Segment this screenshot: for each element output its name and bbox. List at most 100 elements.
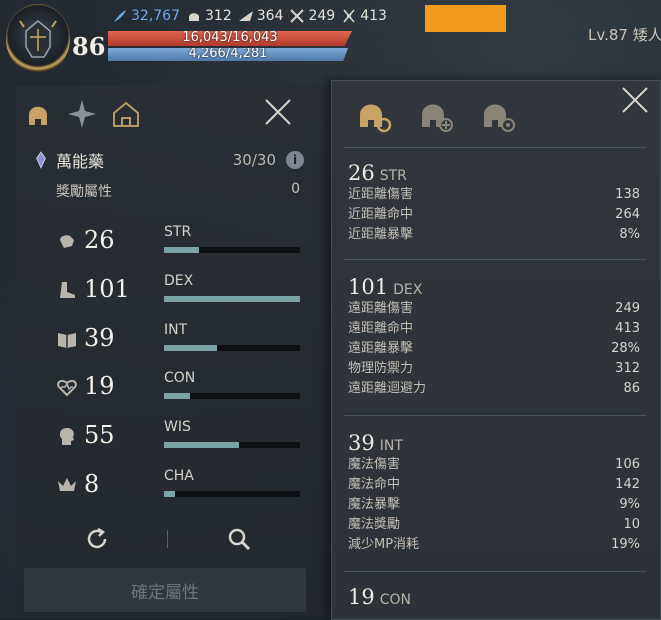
stat-row: 近距離暴擊 8% — [348, 225, 644, 245]
section-name: INT — [379, 438, 403, 454]
stat-swords: 249 — [289, 8, 335, 24]
attribute-fill — [164, 296, 300, 302]
tab-attribute-details[interactable] — [352, 93, 398, 135]
stat-row: 減少MP消耗 19% — [348, 535, 644, 555]
player-level: 86 — [72, 32, 106, 61]
tab-attribute-bonus[interactable] — [414, 93, 460, 135]
stat-value: 312 — [205, 8, 232, 24]
redacted-box — [425, 5, 506, 32]
crown-icon — [58, 478, 76, 491]
attribute-row-dex[interactable]: 101 DEX — [56, 273, 306, 305]
player-avatar[interactable] — [6, 4, 70, 74]
heart-icon — [57, 379, 77, 397]
stat-summary: 32,767 312 364 249 413 — [112, 6, 387, 26]
search-button[interactable] — [226, 526, 252, 552]
tab-attribute-effects[interactable] — [476, 93, 522, 135]
elixir-count: 30/30 — [232, 151, 276, 169]
attribute-value: 101 — [84, 275, 130, 303]
stat-value: 9% — [619, 497, 640, 512]
divider — [344, 259, 646, 260]
attribute-row-str[interactable]: 26 STR — [56, 224, 306, 256]
stat-value: 8% — [619, 227, 640, 242]
divider — [344, 147, 646, 148]
stat-label: 遠距離迴避力 — [348, 381, 427, 396]
stat-feather: 32,767 — [112, 8, 180, 24]
section-value: 101 — [348, 275, 389, 299]
attribute-name: STR — [164, 224, 192, 240]
stat-label: 物理防禦力 — [348, 361, 414, 376]
bonus-label: 獎勵屬性 — [56, 184, 112, 200]
reset-button[interactable] — [84, 526, 110, 552]
attribute-bar — [164, 296, 300, 302]
attribute-value: 26 — [84, 226, 115, 254]
section-value: 26 — [348, 161, 375, 185]
attribute-fill — [164, 345, 218, 351]
tab-house[interactable] — [104, 92, 148, 136]
stat-row: 近距離命中 264 — [348, 205, 644, 225]
confirm-attributes-button[interactable]: 確定屬性 — [24, 568, 306, 612]
elixir-name: 萬能藥 — [56, 152, 105, 171]
helmet-gear-icon — [360, 104, 392, 133]
divider — [344, 415, 646, 416]
attribute-row-con[interactable]: 19 CON — [56, 370, 306, 402]
stat-value: 312 — [615, 361, 640, 376]
int-section: 39 INT 魔法傷害 106 魔法命中 142 魔法暴擊 9% 魔法獎勵 10 減少MP… — [348, 431, 644, 555]
refresh-icon — [87, 527, 107, 549]
helmet-cycle-icon — [484, 104, 515, 132]
potion-icon — [36, 151, 46, 169]
close-button[interactable] — [262, 96, 294, 128]
section-name: CON — [379, 592, 412, 608]
section-value: 39 — [348, 431, 375, 455]
bonus-value: 0 — [291, 181, 300, 197]
stat-value: 249 — [615, 301, 640, 316]
attribute-bar — [164, 345, 300, 351]
close-button[interactable] — [620, 85, 650, 115]
stat-blades: 413 — [341, 8, 387, 24]
crossed-blades-icon — [343, 9, 355, 23]
attribute-detail-panel: 26 STR 近距離傷害 138 近距離命中 264 近距離暴擊 8% 101 DEX 遠… — [331, 80, 661, 620]
stat-label: 遠距離命中 — [348, 321, 414, 336]
boot-icon — [60, 282, 75, 298]
detail-tabs — [352, 93, 522, 135]
attribute-bar — [164, 491, 300, 497]
stat-value: 32,767 — [131, 8, 180, 24]
attribute-fill — [164, 393, 190, 399]
stat-row: 魔法命中 142 — [348, 475, 644, 495]
stat-row: 遠距離暴擊 28% — [348, 339, 644, 359]
attribute-value: 55 — [84, 421, 115, 449]
section-name: STR — [379, 168, 407, 184]
section-name: DEX — [393, 282, 423, 298]
attribute-fill — [164, 442, 239, 448]
elixir-row: 萬能藥 30/30 i — [34, 149, 304, 171]
stat-label: 近距離命中 — [348, 207, 414, 222]
fist-icon — [60, 235, 74, 248]
attribute-value: 19 — [84, 372, 115, 400]
attribute-row-wis[interactable]: 55 WIS — [56, 419, 306, 451]
stat-row: 近距離傷害 138 — [348, 185, 644, 205]
stat-row: 遠距離迴避力 86 — [348, 379, 644, 399]
divider — [167, 530, 168, 548]
bonus-points-row: 獎勵屬性 0 — [56, 181, 302, 201]
info-icon[interactable]: i — [286, 151, 304, 169]
tab-stats[interactable] — [16, 92, 60, 136]
stat-value: 413 — [360, 8, 387, 24]
close-icon — [265, 99, 291, 125]
attribute-bar — [164, 442, 300, 448]
con-section: 19 CON — [348, 585, 644, 609]
attribute-name: INT — [164, 322, 188, 338]
attribute-bar — [164, 247, 300, 253]
attribute-row-int[interactable]: 39 INT — [56, 322, 306, 354]
stat-value: 19% — [611, 537, 640, 552]
stat-label: 魔法命中 — [348, 477, 401, 492]
stat-row: 物理防禦力 312 — [348, 359, 644, 379]
stat-label: 近距離暴擊 — [348, 227, 414, 242]
attribute-row-cha[interactable]: 8 CHA — [56, 468, 306, 500]
stat-value: 106 — [615, 457, 640, 472]
stat-label: 減少MP消耗 — [348, 537, 420, 552]
target-level[interactable]: Lv.87 矮人 — [588, 24, 661, 45]
tab-skills[interactable] — [60, 92, 104, 136]
stat-value: 138 — [615, 187, 640, 202]
stat-label: 魔法傷害 — [348, 457, 401, 472]
hp-bar: 16,043/16,043 — [108, 31, 352, 46]
hp-text: 16,043/16,043 — [182, 30, 278, 45]
